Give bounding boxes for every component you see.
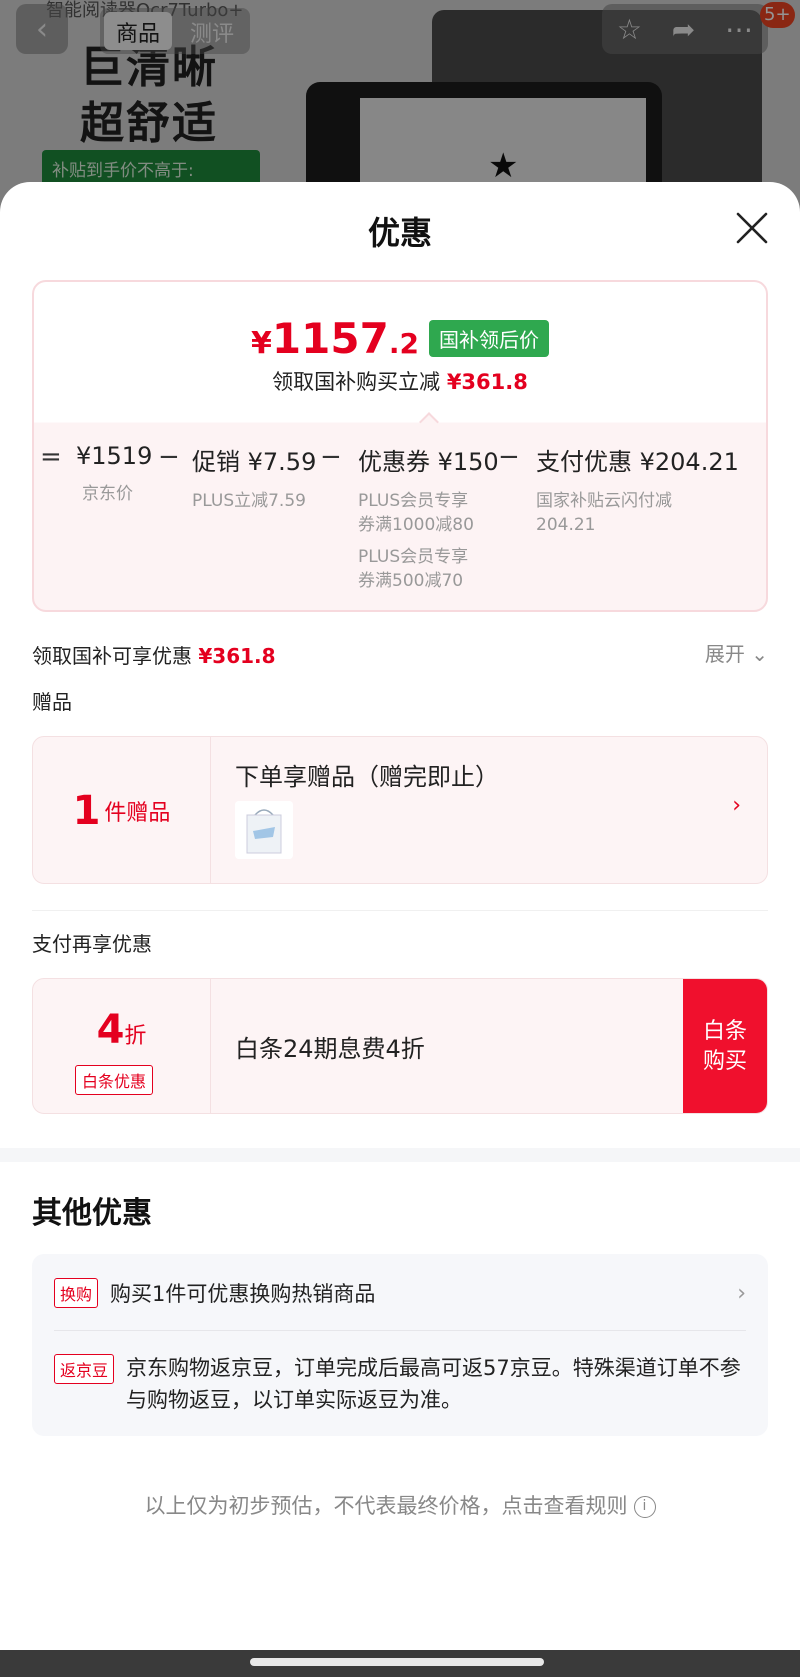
buy-button-line-2: 购买: [702, 1049, 747, 1074]
payment-discount-amount: 支付优惠 ¥204.21: [536, 448, 739, 476]
subsidy-summary-amount: ¥361.8: [198, 644, 276, 668]
gift-count-block: 1 件赠品: [33, 737, 211, 883]
gift-section-label: 赠品: [32, 690, 72, 714]
minus-sign: −: [320, 442, 342, 472]
other-offers-card: 换购 购买1件可优惠换购热销商品 › 返京豆 京东购物返京豆，订单完成后最高可返…: [32, 1254, 768, 1436]
gift-card[interactable]: 1 件赠品 下单享赠品（赠完即止） ›: [32, 736, 768, 884]
promo-amount: 促销 ¥7.59: [192, 448, 317, 476]
formula-item-jd-price: ¥1519 京东价: [76, 442, 152, 506]
formula-item-payment: 支付优惠 ¥204.21 国家补贴云闪付减 204.21: [536, 442, 739, 537]
baitiao-offer-text: 白条24期息费4折: [235, 1035, 425, 1063]
equals-sign: =: [40, 442, 62, 472]
baitiao-discount: 4折: [33, 1007, 210, 1053]
footnote-text: 以上仅为初步预估，不代表最终价格，点击查看规则: [144, 1494, 628, 1518]
final-price-row: ¥1157.2 国补领后价: [34, 314, 766, 363]
subsidy-price-tag: 国补领后价: [428, 320, 549, 357]
jd-beans-tag: 返京豆: [54, 1354, 115, 1384]
subsidy-summary: 领取国补可享优惠 ¥361.8: [32, 640, 276, 669]
subsidy-summary-label: 领取国补可享优惠: [32, 644, 192, 668]
jd-beans-row: 返京豆 京东购物返京豆，订单完成后最高可返57京豆。特殊渠道订单不参与购物返豆，…: [54, 1354, 746, 1416]
row-divider: [54, 1330, 746, 1331]
price-currency: ¥: [251, 326, 272, 361]
reduction-amount: ¥361.8: [446, 370, 528, 394]
gift-title: 下单享赠品（赠完即止）: [235, 763, 499, 791]
baitiao-buy-button[interactable]: 白条 购买: [683, 979, 767, 1113]
coupon-desc-1: PLUS会员专享 券满1000减80: [358, 491, 474, 535]
trade-in-offer-row[interactable]: 换购 购买1件可优惠换购热销商品 ›: [54, 1278, 746, 1308]
coupon-amount: 优惠券 ¥150: [358, 448, 499, 476]
price-integer: 1157: [271, 314, 389, 363]
promo-desc: PLUS立减7.59: [192, 491, 306, 511]
coupon-desc-2: PLUS会员专享 券满500减70: [358, 547, 469, 591]
discount-unit: 折: [124, 1024, 147, 1049]
price-breakdown-card: ¥1157.2 国补领后价 领取国补购买立减 ¥361.8 = ¥1519 京东…: [32, 280, 768, 612]
formula-item-coupon: 优惠券 ¥150 PLUS会员专享 券满1000减80 PLUS会员专享 券满5…: [358, 442, 499, 593]
gift-tote-bag-image: [235, 801, 293, 859]
callout-notch: [419, 412, 439, 432]
jd-beans-text: 京东购物返京豆，订单完成后最高可返57京豆。特殊渠道订单不参与购物返豆，以订单实…: [126, 1356, 741, 1412]
baitiao-discount-block: 4折 白条优惠: [33, 979, 211, 1113]
info-icon: i: [633, 1496, 656, 1518]
gift-unit: 件赠品: [104, 801, 171, 826]
trade-in-tag: 换购: [54, 1278, 99, 1308]
jd-price-amount: ¥1519: [76, 442, 153, 470]
other-offers-title: 其他优惠: [32, 1196, 152, 1231]
discount-sheet: 优惠 ¥1157.2 国补领后价 领取国补购买立减 ¥361.8 = ¥1519…: [0, 182, 800, 1677]
rules-footnote[interactable]: 以上仅为初步预估，不代表最终价格，点击查看规则 i: [0, 1490, 800, 1520]
section-divider: [32, 910, 768, 911]
close-icon[interactable]: [734, 210, 770, 246]
discount-number: 4: [96, 1007, 125, 1053]
minus-sign: −: [498, 442, 520, 472]
payment-discount-desc: 国家补贴云闪付减 204.21: [536, 491, 672, 535]
trade-in-text: 购买1件可优惠换购热销商品: [110, 1282, 376, 1306]
chevron-down-icon: ⌄: [751, 642, 768, 666]
buy-button-line-1: 白条: [702, 1019, 747, 1044]
home-indicator[interactable]: [250, 1658, 544, 1666]
final-price: ¥1157.2: [251, 314, 419, 363]
sheet-title: 优惠: [367, 214, 432, 252]
expand-button[interactable]: 展开 ⌄: [705, 638, 768, 667]
price-decimal: .2: [388, 327, 419, 360]
reduction-label: 领取国补购买立减: [272, 370, 441, 394]
price-reduction-line: 领取国补购买立减 ¥361.8: [34, 366, 766, 396]
gift-count: 1: [72, 788, 101, 834]
chevron-right-icon: ›: [737, 1280, 746, 1306]
section-band: [0, 1148, 800, 1162]
jd-price-desc: 京东价: [82, 484, 133, 504]
minus-sign: −: [158, 442, 180, 472]
baitiao-offer-card[interactable]: 4折 白条优惠 白条24期息费4折 白条 购买: [32, 978, 768, 1114]
pay-section-label: 支付再享优惠: [32, 932, 152, 956]
baitiao-tag: 白条优惠: [75, 1065, 154, 1095]
expand-label: 展开: [704, 642, 745, 666]
formula-item-promo: 促销 ¥7.59 PLUS立减7.59: [192, 442, 316, 513]
chevron-right-icon: ›: [732, 793, 741, 818]
